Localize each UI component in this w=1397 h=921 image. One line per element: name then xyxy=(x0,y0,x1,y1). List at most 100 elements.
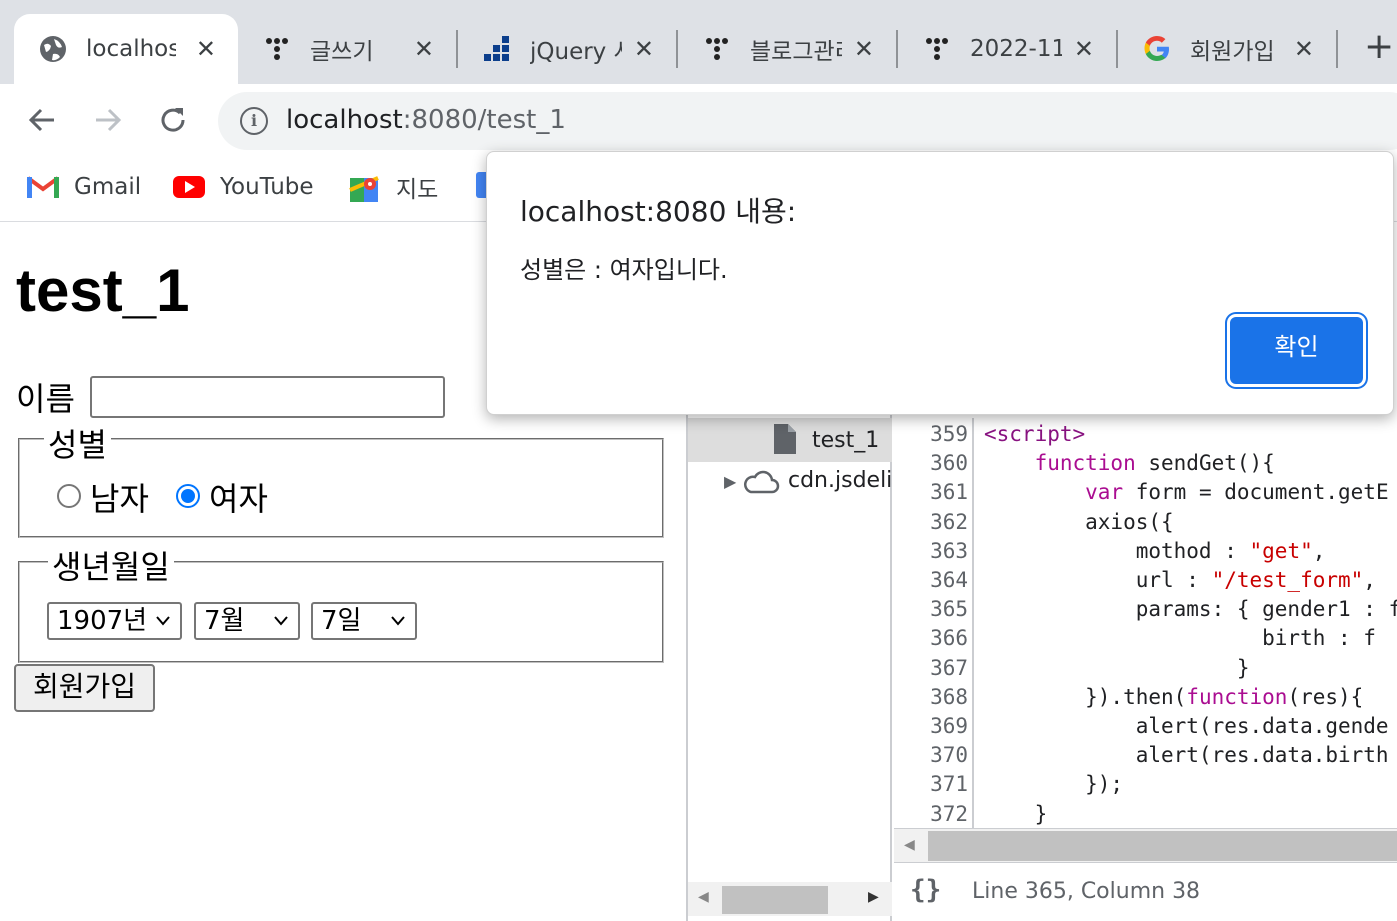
line-number[interactable]: 366 xyxy=(894,626,968,650)
address-bar[interactable]: i localhost:8080/test_1 xyxy=(218,92,1397,150)
month-select[interactable]: 7월 xyxy=(194,602,300,640)
gender-female-label[interactable]: 여자 xyxy=(209,474,268,520)
line-number[interactable]: 359 xyxy=(894,422,968,446)
line-number[interactable]: 367 xyxy=(894,656,968,680)
line-number[interactable]: 369 xyxy=(894,714,968,738)
tree-item-cdn[interactable]: cdn.jsdelivr xyxy=(788,468,892,493)
code-line[interactable]: mothod : "get", xyxy=(984,539,1326,563)
code-line[interactable]: var form = document.getE xyxy=(984,480,1388,504)
close-icon[interactable]: ✕ xyxy=(634,36,654,62)
cursor-position: Line 365, Column 38 xyxy=(972,879,1201,904)
tree-scrollbar[interactable]: ◀ ▶ xyxy=(688,882,892,916)
code-line[interactable]: }).then(function(res){ xyxy=(984,685,1363,709)
code-scrollbar[interactable]: ◀ xyxy=(894,828,1397,862)
scroll-left-icon[interactable]: ◀ xyxy=(904,837,915,853)
ok-button[interactable]: 확인 xyxy=(1230,317,1363,384)
gender-female-radio[interactable] xyxy=(176,484,200,508)
tab-localhost[interactable]: localhost ✕ xyxy=(14,14,238,84)
year-select[interactable]: 1907년 xyxy=(47,602,182,640)
close-icon[interactable]: ✕ xyxy=(854,36,874,62)
bookmark-label: 지도 xyxy=(396,177,439,203)
expand-triangle-icon[interactable]: ▶ xyxy=(724,472,736,491)
bookmark-youtube[interactable]: YouTube xyxy=(172,170,314,204)
close-icon[interactable]: ✕ xyxy=(1294,36,1314,62)
close-icon[interactable]: ✕ xyxy=(196,36,216,62)
line-number[interactable]: 371 xyxy=(894,772,968,796)
gmail-icon xyxy=(26,174,60,200)
line-number[interactable]: 364 xyxy=(894,568,968,592)
chevron-down-icon xyxy=(272,604,290,650)
scroll-left-icon[interactable]: ◀ xyxy=(698,889,709,905)
code-editor[interactable]: 359 360 361 362 363 364 365 366 367 368 369 370 371 3… xyxy=(894,418,1397,828)
code-line[interactable]: } xyxy=(984,656,1250,680)
tab-blog-admin[interactable]: 블로그관리 ✕ xyxy=(678,14,896,84)
arrow-right-icon xyxy=(96,108,122,132)
line-number[interactable]: 365 xyxy=(894,597,968,621)
page-title: test_1 xyxy=(16,257,190,324)
bookmark-gmail[interactable]: Gmail xyxy=(26,170,141,204)
code-line[interactable]: function sendGet(){ xyxy=(984,451,1275,475)
arrow-left-icon xyxy=(28,108,54,132)
line-number[interactable]: 372 xyxy=(894,802,968,826)
close-icon[interactable]: ✕ xyxy=(1074,36,1094,62)
code-line[interactable]: alert(res.data.birth xyxy=(984,743,1389,767)
gender-male-label[interactable]: 남자 xyxy=(90,474,149,520)
tab-title: 2022-11 xyxy=(970,36,1062,62)
new-tab-button[interactable]: + xyxy=(1364,27,1394,67)
tab-strip: localhost ✕ 글쓰기 ✕ jQuery 사용 ✕ 블로그관리 ✕ xyxy=(0,0,1397,84)
tistory-icon xyxy=(702,34,732,64)
code-line[interactable]: url : "/test_form", xyxy=(984,568,1376,592)
code-line[interactable]: } xyxy=(984,802,1048,826)
day-value: 7일 xyxy=(321,606,362,636)
code-line[interactable]: }); xyxy=(984,772,1123,796)
gender-male-radio[interactable] xyxy=(57,484,81,508)
line-number[interactable]: 368 xyxy=(894,685,968,709)
signup-button[interactable]: 회원가입 xyxy=(14,664,155,712)
back-button[interactable] xyxy=(20,98,64,142)
tab-title: 글쓰기 xyxy=(310,39,374,65)
name-label: 이름 xyxy=(16,380,75,418)
tree-item-test1[interactable]: test_1 xyxy=(812,428,879,453)
address-url: localhost:8080/test_1 xyxy=(286,105,566,135)
google-icon xyxy=(1142,34,1172,64)
day-select[interactable]: 7일 xyxy=(311,602,417,640)
tab-title: 블로그관리 xyxy=(750,39,842,65)
line-number[interactable]: 362 xyxy=(894,510,968,534)
bookmark-maps[interactable]: 지도 xyxy=(348,170,438,204)
code-scroll-thumb[interactable] xyxy=(928,831,1397,861)
line-gutter: 359 360 361 362 363 364 365 366 367 368 369 370 371 3… xyxy=(894,418,974,828)
dialog-title: localhost:8080 내용: xyxy=(520,195,797,228)
name-input[interactable] xyxy=(90,376,445,418)
url-host: localhost xyxy=(286,105,403,135)
tab-write[interactable]: 글쓰기 ✕ xyxy=(238,14,456,84)
cloud-icon xyxy=(742,468,780,500)
line-number[interactable]: 363 xyxy=(894,539,968,563)
code-line[interactable]: params: { gender1 : f xyxy=(984,597,1397,621)
line-number[interactable]: 361 xyxy=(894,480,968,504)
tistory-icon xyxy=(922,34,952,64)
forward-button[interactable] xyxy=(86,98,130,142)
reload-button[interactable] xyxy=(151,98,195,142)
pretty-print-icon[interactable]: {} xyxy=(910,875,941,905)
line-number[interactable]: 360 xyxy=(894,451,968,475)
line-number[interactable]: 370 xyxy=(894,743,968,767)
reload-icon xyxy=(161,108,185,132)
close-icon[interactable]: ✕ xyxy=(414,36,434,62)
tab-2022[interactable]: 2022-11 ✕ xyxy=(898,14,1116,84)
tree-scroll-thumb[interactable] xyxy=(722,886,828,914)
dialog-message: 성별은 : 여자입니다. xyxy=(520,256,728,284)
code-line[interactable]: alert(res.data.gende xyxy=(984,714,1389,738)
scroll-right-icon[interactable]: ▶ xyxy=(868,889,879,905)
file-icon xyxy=(772,422,798,460)
code-line[interactable]: <script> xyxy=(984,422,1085,446)
bookmark-label: Gmail xyxy=(74,174,142,200)
tab-jquery[interactable]: jQuery 사용 ✕ xyxy=(458,14,676,84)
tab-signup[interactable]: 회원가입 ✕ xyxy=(1118,14,1336,84)
code-line[interactable]: axios({ xyxy=(984,510,1174,534)
bookmark-label: YouTube xyxy=(220,174,314,200)
jquery-icon xyxy=(482,34,512,64)
info-icon[interactable]: i xyxy=(240,107,268,135)
code-line[interactable]: birth : f xyxy=(984,626,1376,650)
gender-legend: 성별 xyxy=(44,420,111,466)
chevron-down-icon xyxy=(389,604,407,650)
